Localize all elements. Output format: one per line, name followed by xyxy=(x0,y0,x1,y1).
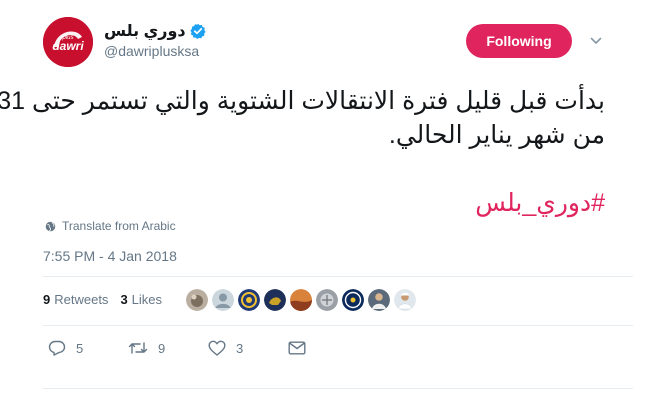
following-button[interactable]: Following xyxy=(466,24,572,58)
translate-link[interactable]: Translate from Arabic xyxy=(45,219,176,233)
tweet-card: plus dawri دوري بلس @dawriplusksa Follow… xyxy=(0,0,668,416)
likes-stat[interactable]: 3 Likes xyxy=(120,292,162,307)
handle[interactable]: @dawriplusksa xyxy=(104,43,199,59)
chevron-down-icon[interactable] xyxy=(590,36,602,46)
liker-avatar[interactable] xyxy=(212,289,234,311)
reply-count: 5 xyxy=(76,340,84,356)
retweets-stat[interactable]: 9 Retweets xyxy=(43,292,108,307)
divider xyxy=(43,388,633,389)
translate-label: Translate from Arabic xyxy=(62,219,176,233)
liker-avatar[interactable] xyxy=(238,289,260,311)
hashtag-link[interactable]: #دوري_بلس xyxy=(43,186,605,220)
logo-text: dawri xyxy=(52,39,84,53)
liker-avatar[interactable] xyxy=(342,289,364,311)
reply-icon xyxy=(48,340,66,356)
avatar[interactable]: plus dawri xyxy=(43,17,93,67)
retweet-button[interactable]: 9 xyxy=(128,340,208,356)
retweet-icon xyxy=(128,342,148,354)
liker-avatar[interactable] xyxy=(264,289,286,311)
liker-avatar[interactable] xyxy=(394,289,416,311)
globe-icon xyxy=(45,221,56,231)
retweets-count: 9 xyxy=(43,292,51,307)
action-bar: 5 9 3 xyxy=(48,340,368,356)
envelope-icon xyxy=(288,341,306,355)
direct-message-button[interactable] xyxy=(288,341,368,355)
tweet-text-line-2: من شهر يناير الحالي. xyxy=(388,121,605,149)
engagement-stats: 9 Retweets 3 Likes xyxy=(43,292,174,307)
divider xyxy=(43,276,633,277)
likes-count: 3 xyxy=(120,292,128,307)
liker-avatar[interactable] xyxy=(290,289,312,311)
timestamp[interactable]: 7:55 PM - 4 Jan 2018 xyxy=(43,248,177,264)
divider xyxy=(43,325,633,326)
likes-label: Likes xyxy=(131,292,163,307)
name-row: دوري بلس xyxy=(104,21,206,41)
display-name[interactable]: دوري بلس xyxy=(104,21,186,41)
heart-icon xyxy=(208,340,226,356)
tweet-text-line-1: بدأت قبل قليل فترة الانتقالات الشتوية وا… xyxy=(0,87,605,115)
reply-button[interactable]: 5 xyxy=(48,340,128,356)
likers-avatars xyxy=(186,289,416,311)
retweets-label: Retweets xyxy=(54,292,109,307)
verified-badge-icon xyxy=(190,23,206,39)
liker-avatar[interactable] xyxy=(368,289,390,311)
tweet-text: بدأت قبل قليل فترة الانتقالات الشتوية وا… xyxy=(0,84,605,220)
like-button[interactable]: 3 xyxy=(208,340,288,356)
liker-avatar[interactable] xyxy=(186,289,208,311)
like-count: 3 xyxy=(236,340,244,356)
liker-avatar[interactable] xyxy=(316,289,338,311)
dawri-plus-logo: plus dawri xyxy=(43,17,93,67)
retweet-count: 9 xyxy=(158,340,166,356)
